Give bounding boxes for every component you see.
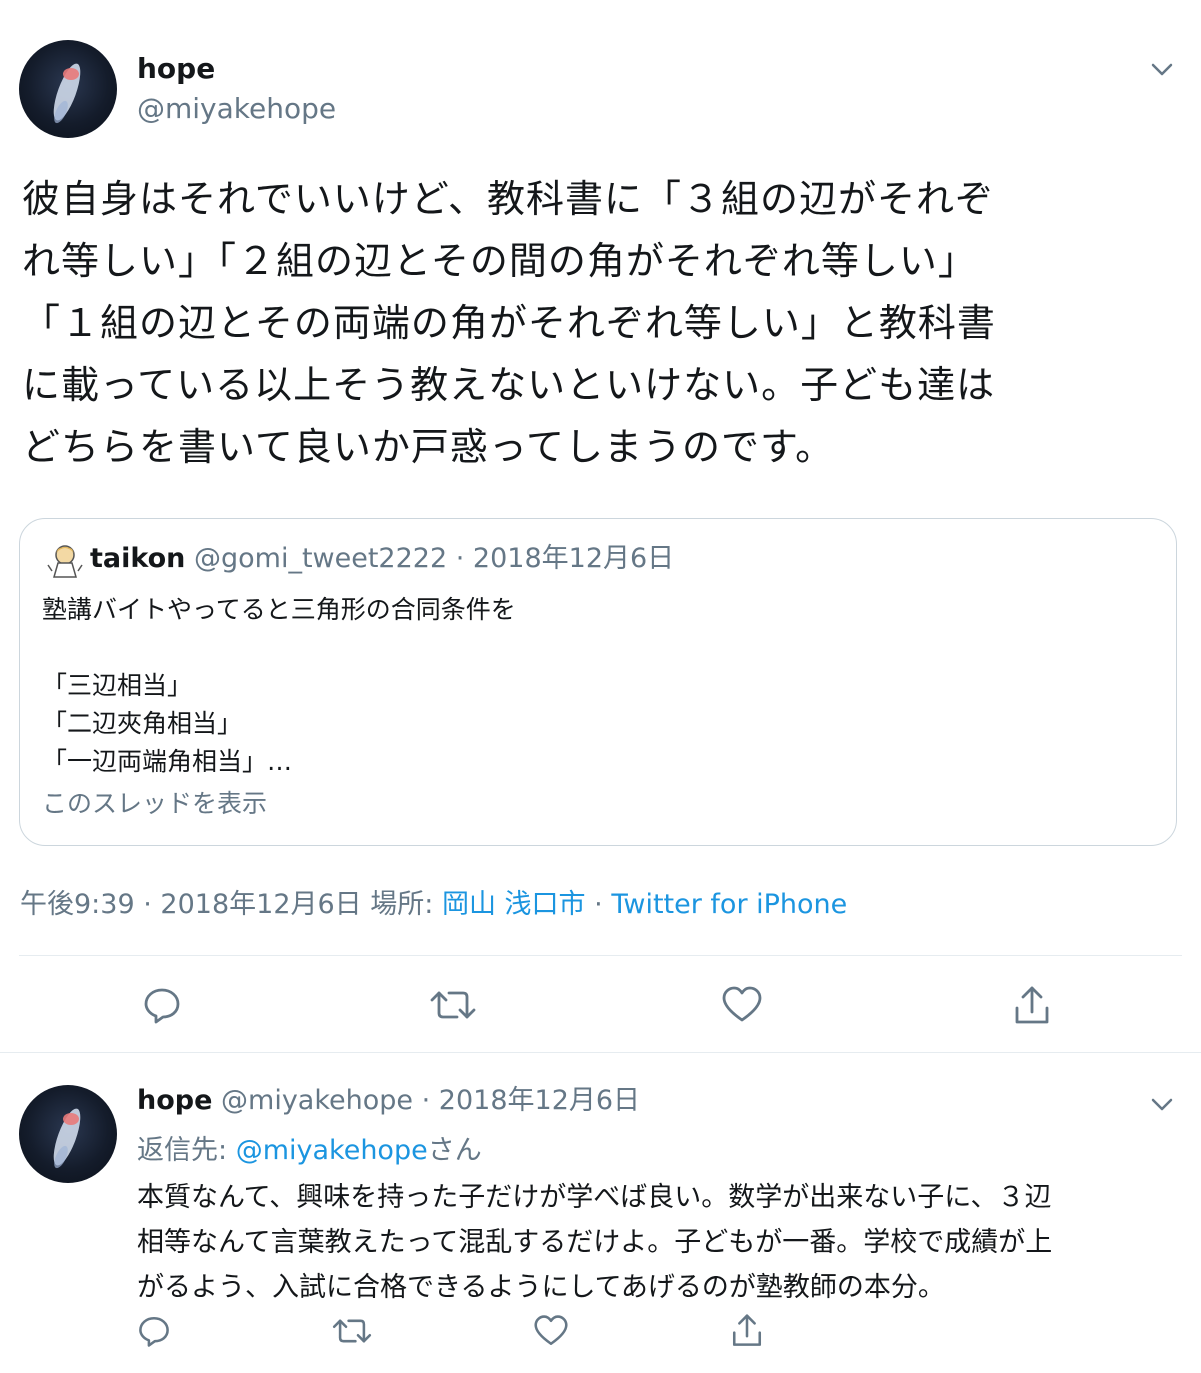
- quoted-date: 2018年12月6日: [472, 543, 675, 574]
- quoted-tweet[interactable]: taikon @gomi_tweet2222 · 2018年12月6日 塾講バイ…: [19, 518, 1177, 846]
- quoted-author-name: taikon: [90, 543, 186, 574]
- quoted-text-line: 塾講バイトやってると三角形の合同条件を: [42, 595, 516, 624]
- reply-author-handle[interactable]: @miyakehope: [221, 1085, 413, 1116]
- quoted-text-line: 「三辺相当」: [42, 671, 193, 700]
- replying-to-suffix: さん: [427, 1135, 482, 1166]
- retweet-icon: [332, 1319, 372, 1343]
- tweet-text-line: 「１組の辺とその両端の角がそれぞれ等しい」と教科書: [22, 301, 996, 345]
- reply-text: 本質なんて、興味を持った子だけが学べば良い。数学が出来ない子に、３辺 相等なんて…: [137, 1175, 1177, 1310]
- reply-header: hope @miyakehope · 2018年12月6日: [137, 1082, 640, 1120]
- tweet-date[interactable]: 2018年12月6日: [160, 889, 361, 920]
- tweet-text-line: どちらを書いて良いか戸惑ってしまうのです。: [22, 425, 835, 469]
- avatar-image: [53, 63, 81, 124]
- quoted-avatar: [47, 545, 83, 578]
- reply-text-line: 本質なんて、興味を持った子だけが学べば良い。数学が出来ない子に、３辺: [137, 1182, 1052, 1213]
- tweet-text-line: れ等しい」「２組の辺とその間の角がそれぞれ等しい」: [22, 239, 977, 283]
- replying-to-label: 返信先:: [137, 1135, 228, 1166]
- quoted-text-line: [42, 629, 516, 667]
- separator-dot: ·: [455, 543, 465, 574]
- separator-dot: ·: [143, 889, 152, 920]
- share-icon: [732, 1314, 762, 1346]
- quoted-text-line: 「二辺夾角相当」: [42, 709, 243, 738]
- divider: [0, 1052, 1201, 1053]
- reply-button[interactable]: [136, 1313, 172, 1349]
- tweet-text-line: に載っている以上そう教えないといけない。子ども達は: [22, 363, 996, 407]
- tweet-meta: 午後9:39 · 2018年12月6日 場所: 岡山 浅口市 · Twitter…: [20, 885, 847, 925]
- retweet-icon: [430, 991, 476, 1019]
- reply-date[interactable]: 2018年12月6日: [439, 1085, 640, 1116]
- chevron-down-icon[interactable]: [1148, 1090, 1176, 1118]
- separator-dot: ·: [594, 889, 603, 920]
- like-icon: [534, 1315, 568, 1346]
- share-button[interactable]: [728, 1311, 766, 1351]
- quoted-text: 塾講バイトやってると三角形の合同条件を 「三辺相当」 「二辺夾角相当」 「一辺両…: [42, 591, 516, 781]
- like-button[interactable]: [720, 983, 764, 1027]
- replying-to-handle[interactable]: @miyakehope: [236, 1135, 428, 1166]
- source-link[interactable]: Twitter for iPhone: [611, 889, 847, 920]
- reply-author-name[interactable]: hope: [137, 1085, 212, 1116]
- replying-to: 返信先: @miyakehopeさん: [137, 1132, 482, 1170]
- quoted-author-handle: @gomi_tweet2222: [193, 543, 448, 574]
- chevron-down-icon[interactable]: [1148, 55, 1176, 83]
- reply-icon: [144, 988, 180, 1024]
- share-button[interactable]: [1010, 983, 1054, 1029]
- share-icon: [1015, 986, 1049, 1024]
- avatar-image: [53, 1108, 81, 1169]
- divider: [19, 955, 1182, 956]
- author-handle[interactable]: @miyakehope: [137, 90, 336, 128]
- retweet-button[interactable]: [428, 983, 478, 1027]
- author-name[interactable]: hope: [137, 50, 215, 88]
- like-button[interactable]: [532, 1313, 570, 1349]
- like-icon: [722, 986, 762, 1022]
- separator-dot: ·: [421, 1085, 431, 1116]
- tweet-text-line: 彼自身はそれでいいけど、教科書に「３組の辺がそれぞ: [22, 177, 994, 221]
- tweet-time[interactable]: 午後9:39: [20, 889, 135, 920]
- reply-text-line: 相等なんて言葉教えたって混乱するだけよ。子どもが一番。学校で成績が上: [137, 1227, 1053, 1258]
- place-label: 場所:: [370, 889, 434, 920]
- reply-button[interactable]: [140, 983, 184, 1027]
- retweet-button[interactable]: [330, 1313, 374, 1349]
- reply-text-line: がるよう、入試に合格できるようにしてあげるのが塾教師の本分。: [137, 1272, 945, 1303]
- quoted-header: taikon @gomi_tweet2222 · 2018年12月6日: [90, 541, 674, 577]
- reply-icon: [139, 1316, 169, 1347]
- show-thread-link[interactable]: このスレッドを表示: [42, 785, 267, 823]
- place-link[interactable]: 岡山 浅口市: [442, 889, 586, 920]
- avatar[interactable]: [19, 1085, 117, 1183]
- tweet-text: 彼自身はそれでいいけど、教科書に「３組の辺がそれぞ れ等しい」「２組の辺とその間…: [22, 168, 1182, 478]
- avatar[interactable]: [19, 40, 117, 138]
- quoted-text-line: 「一辺両端角相当」…: [42, 747, 293, 776]
